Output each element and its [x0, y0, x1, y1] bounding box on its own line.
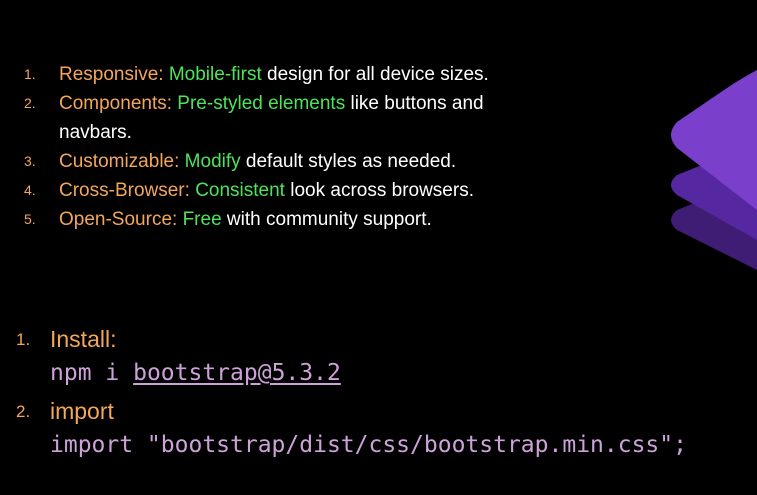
feature-highlight: Free: [182, 209, 222, 230]
feature-description: with community support.: [221, 209, 432, 230]
feature-number: 1.: [24, 66, 36, 82]
feature-label: Cross-Browser:: [59, 180, 190, 201]
feature-number: 2.: [24, 95, 36, 111]
feature-highlight: Pre-styled elements: [177, 93, 346, 114]
feature-label: Customizable:: [59, 151, 180, 172]
feature-description: look across browsers.: [284, 180, 474, 201]
feature-item-responsive: 1. Responsive: Mobile-first design for a…: [0, 60, 539, 89]
step-number: 2.: [16, 402, 31, 421]
import-statement: import "bootstrap/dist/css/bootstrap.min…: [50, 432, 687, 458]
step-install: 1. Install: npm i bootstrap@5.3.2: [0, 322, 757, 394]
feature-highlight: Modify: [184, 151, 241, 172]
package-link[interactable]: bootstrap@5.3.2: [133, 360, 341, 386]
feature-number: 4.: [24, 182, 36, 198]
feature-list: 1. Responsive: Mobile-first design for a…: [0, 60, 560, 234]
feature-highlight: Consistent: [195, 180, 285, 201]
step-number: 1.: [16, 330, 31, 349]
install-command: npm i bootstrap@5.3.2: [50, 356, 757, 390]
bootstrap-layers-icon: [671, 70, 757, 270]
code-prefix: npm i: [50, 360, 134, 386]
feature-number: 5.: [24, 211, 36, 227]
feature-item-cross-browser: 4. Cross-Browser: Consistent look across…: [0, 176, 539, 205]
feature-number: 3.: [24, 153, 36, 169]
feature-item-components: 2. Components: Pre-styled elements like …: [0, 89, 539, 147]
feature-description: design for all device sizes.: [261, 64, 489, 85]
step-title: Install:: [50, 326, 117, 352]
feature-label: Responsive:: [59, 64, 164, 85]
feature-item-customizable: 3. Customizable: Modify default styles a…: [0, 147, 539, 176]
feature-label: Open-Source:: [59, 209, 178, 230]
step-title: import: [50, 398, 114, 424]
feature-description: default styles as needed.: [240, 151, 457, 172]
feature-label: Components:: [59, 93, 173, 114]
step-import: 2. import import "bootstrap/dist/css/boo…: [0, 394, 757, 466]
setup-steps: 1. Install: npm i bootstrap@5.3.2 2. imp…: [0, 322, 757, 466]
slide: 1. Responsive: Mobile-first design for a…: [0, 0, 757, 495]
feature-item-open-source: 5. Open-Source: Free with community supp…: [0, 205, 539, 234]
feature-highlight: Mobile-first: [168, 64, 262, 85]
